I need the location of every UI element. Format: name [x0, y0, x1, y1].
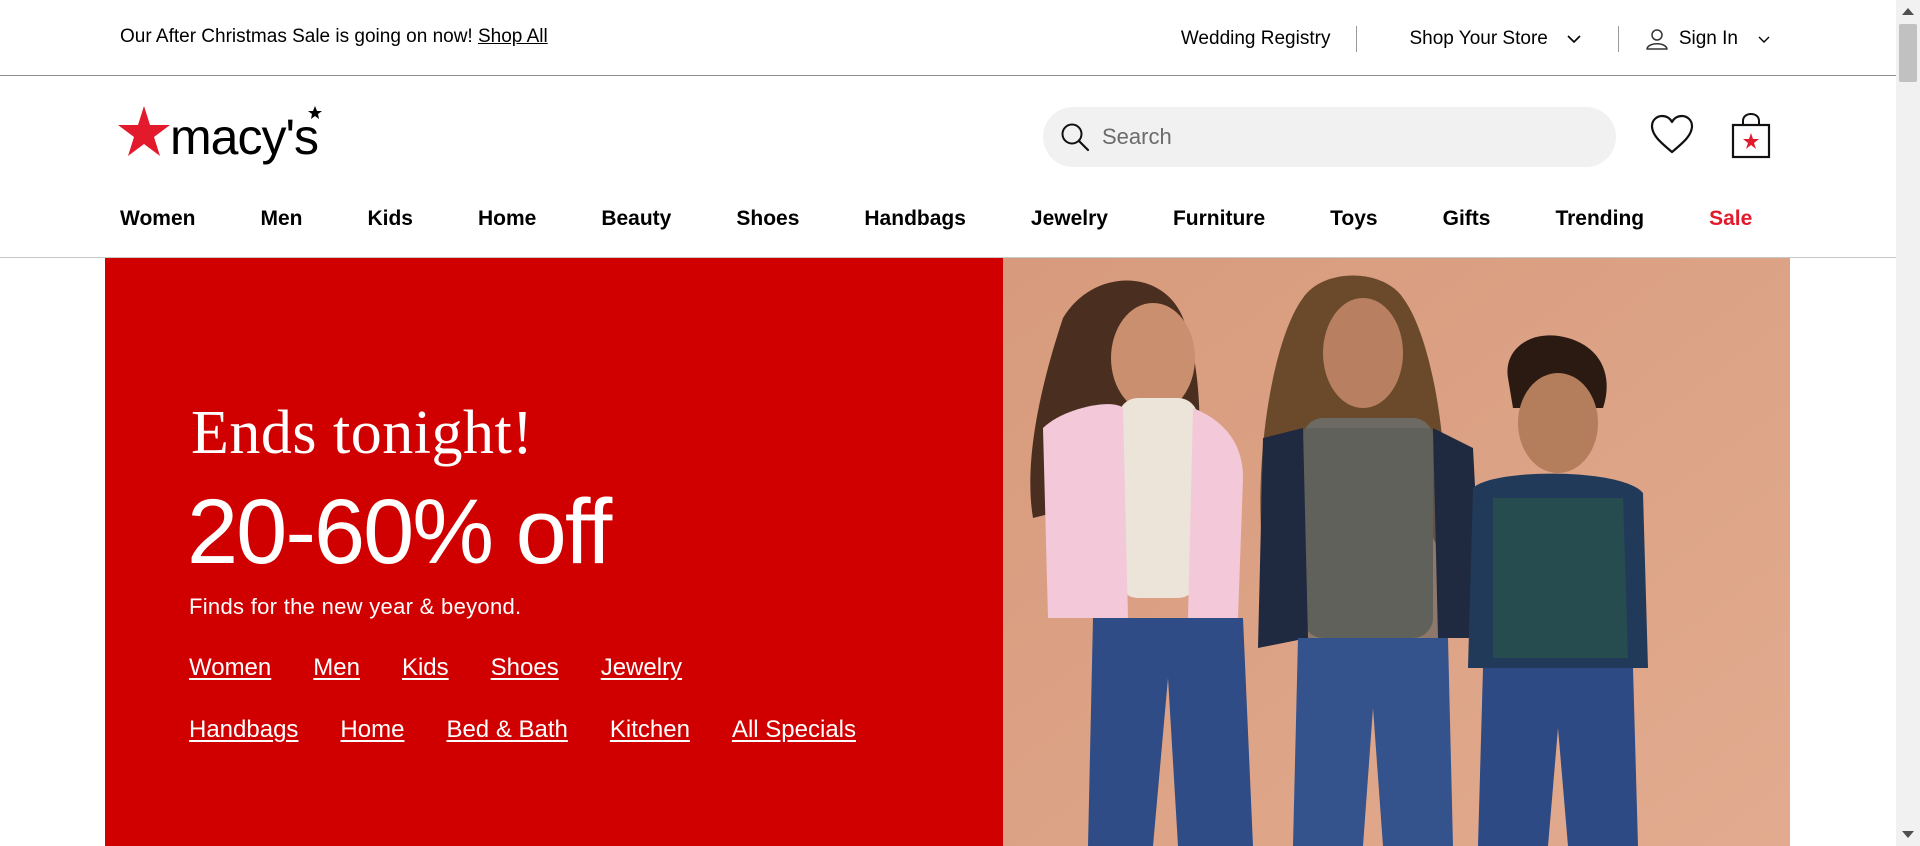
- logo-wordmark: macy's: [170, 109, 318, 165]
- hero-link-handbags[interactable]: Handbags: [189, 716, 298, 744]
- hero-link-home[interactable]: Home: [340, 716, 404, 744]
- utility-bar: Our After Christmas Sale is going on now…: [0, 0, 1896, 76]
- hero-headline: 20-60% off: [187, 481, 612, 583]
- macys-logo[interactable]: macy's: [118, 104, 334, 168]
- hero-subtext: Finds for the new year & beyond.: [189, 594, 522, 619]
- nav-item-trending[interactable]: Trending: [1555, 207, 1644, 231]
- hero-link-women[interactable]: Women: [189, 654, 271, 682]
- page: Our After Christmas Sale is going on now…: [0, 0, 1896, 846]
- nav-item-women[interactable]: Women: [120, 207, 195, 231]
- nav-item-sale[interactable]: Sale: [1709, 207, 1752, 231]
- hero-link-kids[interactable]: Kids: [402, 654, 449, 682]
- shopping-bag-icon[interactable]: [1731, 113, 1771, 159]
- hero-link-men[interactable]: Men: [313, 654, 360, 682]
- shop-all-link[interactable]: Shop All: [478, 26, 548, 47]
- scroll-thumb[interactable]: [1899, 24, 1917, 82]
- nav-item-toys[interactable]: Toys: [1330, 207, 1377, 231]
- sign-in-label: Sign In: [1678, 28, 1738, 49]
- divider: [1617, 26, 1619, 52]
- chevron-down-icon: [1567, 35, 1581, 44]
- scroll-down-arrow-icon[interactable]: [1902, 831, 1914, 838]
- hero-links: Women Men Kids Shoes Jewelry Handbags Ho…: [189, 654, 898, 778]
- hero-link-kitchen[interactable]: Kitchen: [610, 716, 690, 744]
- hero-links-row: Women Men Kids Shoes Jewelry: [189, 654, 898, 682]
- hero-link-all-specials[interactable]: All Specials: [732, 716, 856, 744]
- user-icon: [1646, 29, 1668, 50]
- chevron-down-icon: [1758, 36, 1770, 43]
- sign-in-dropdown[interactable]: Sign In: [1645, 27, 1772, 51]
- nav-item-furniture[interactable]: Furniture: [1173, 207, 1265, 231]
- category-nav: Women Men Kids Home Beauty Shoes Handbag…: [0, 200, 1896, 258]
- hero-link-bed-bath[interactable]: Bed & Bath: [446, 716, 567, 744]
- hero-links-row: Handbags Home Bed & Bath Kitchen All Spe…: [189, 716, 898, 744]
- shop-your-store-dropdown[interactable]: Shop Your Store: [1409, 28, 1581, 50]
- hero-link-shoes[interactable]: Shoes: [491, 654, 559, 682]
- wedding-registry-link[interactable]: Wedding Registry: [1181, 28, 1331, 50]
- hero-link-jewelry[interactable]: Jewelry: [601, 654, 682, 682]
- search-input[interactable]: [1102, 124, 1582, 150]
- scroll-up-arrow-icon[interactable]: [1902, 8, 1914, 15]
- hero-promo-panel: Ends tonight! 20-60% off Finds for the n…: [105, 258, 1003, 846]
- nav-item-jewelry[interactable]: Jewelry: [1031, 207, 1108, 231]
- search-icon: [1061, 123, 1090, 152]
- hero-banner: Ends tonight! 20-60% off Finds for the n…: [105, 258, 1790, 846]
- divider: [1356, 26, 1358, 52]
- promo-banner: Our After Christmas Sale is going on now…: [120, 26, 548, 48]
- shop-your-store-label: Shop Your Store: [1409, 28, 1548, 49]
- promo-text: Our After Christmas Sale is going on now…: [120, 26, 473, 47]
- nav-item-home[interactable]: Home: [478, 207, 536, 231]
- vertical-scrollbar[interactable]: [1896, 0, 1920, 846]
- nav-item-gifts[interactable]: Gifts: [1443, 207, 1491, 231]
- macys-star-icon: [118, 106, 170, 156]
- nav-item-kids[interactable]: Kids: [367, 207, 413, 231]
- nav-item-men[interactable]: Men: [260, 207, 302, 231]
- utility-links: Wedding Registry Shop Your Store Sign In: [1181, 26, 1772, 52]
- heart-icon[interactable]: [1650, 114, 1694, 156]
- nav-item-shoes[interactable]: Shoes: [736, 207, 799, 231]
- hero-photo[interactable]: [1003, 258, 1790, 846]
- nav-item-handbags[interactable]: Handbags: [864, 207, 966, 231]
- nav-item-beauty[interactable]: Beauty: [601, 207, 671, 231]
- search-bar[interactable]: [1043, 107, 1616, 167]
- hero-eyebrow: Ends tonight!: [191, 399, 534, 467]
